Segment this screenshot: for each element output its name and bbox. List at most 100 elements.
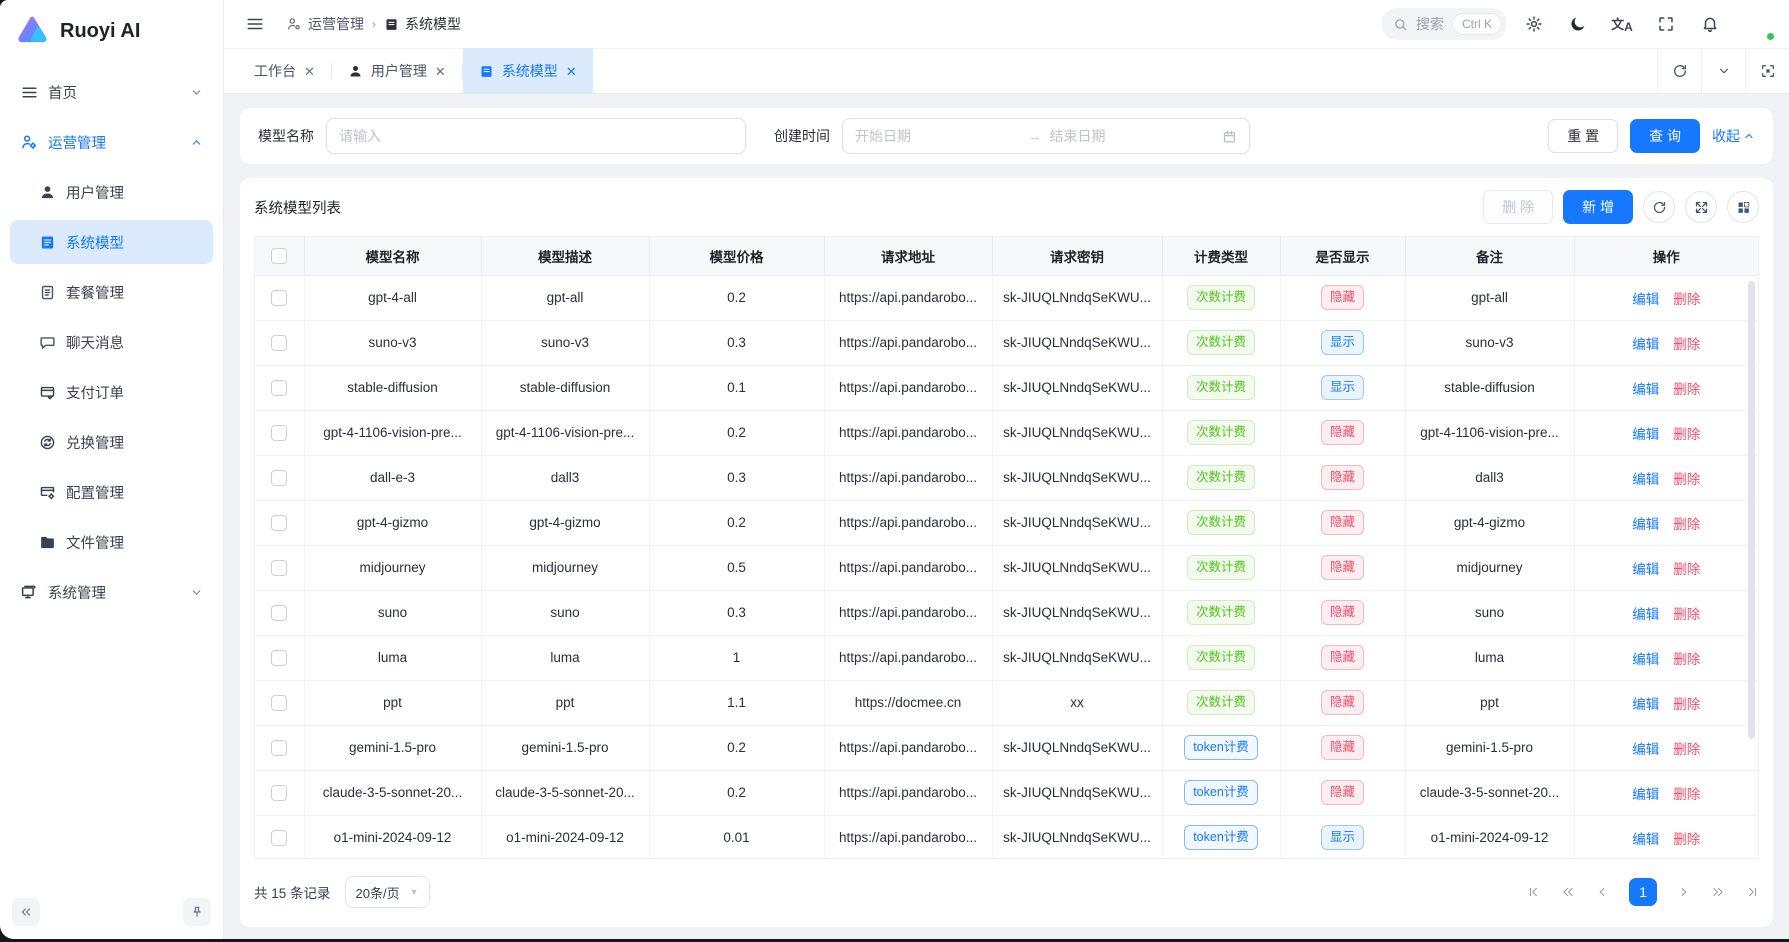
- tab-workbench[interactable]: 工作台 ✕: [238, 49, 331, 93]
- close-icon[interactable]: ✕: [566, 65, 577, 78]
- sidebar-item-user-mgmt[interactable]: 用户管理: [10, 170, 213, 214]
- row-checkbox[interactable]: [271, 695, 287, 711]
- cell-remark: midjourney: [1405, 545, 1574, 590]
- content-area: 模型名称 创建时间 开始日期 → 结束日期 重 置 查 询 收起: [224, 94, 1789, 939]
- row-checkbox[interactable]: [271, 515, 287, 531]
- delete-link[interactable]: 删除: [1673, 517, 1700, 532]
- select-all-checkbox[interactable]: [271, 248, 287, 264]
- delete-link[interactable]: 删除: [1673, 787, 1700, 802]
- sidebar-item-system-model[interactable]: 系统模型: [10, 220, 213, 264]
- row-checkbox[interactable]: [271, 785, 287, 801]
- breadcrumb-system-model[interactable]: 系统模型: [384, 14, 461, 34]
- pin-icon[interactable]: [183, 898, 211, 926]
- tab-system-model[interactable]: 系统模型 ✕: [463, 48, 593, 94]
- row-checkbox[interactable]: [271, 425, 287, 441]
- sidebar-item-redeem-mgmt[interactable]: 兑换管理: [10, 420, 213, 464]
- row-checkbox[interactable]: [271, 650, 287, 666]
- date-range-picker[interactable]: 开始日期 → 结束日期: [842, 118, 1250, 154]
- sidebar-item-package-mgmt[interactable]: 套餐管理: [10, 270, 213, 314]
- hamburger-menu-icon[interactable]: [238, 7, 272, 41]
- row-checkbox[interactable]: [271, 380, 287, 396]
- sidebar-item-chat-messages[interactable]: 聊天消息: [10, 320, 213, 364]
- sidebar-item-config-mgmt[interactable]: 配置管理: [10, 470, 213, 514]
- sidebar-collapse-button[interactable]: [12, 898, 40, 926]
- row-checkbox[interactable]: [271, 830, 287, 846]
- delete-link[interactable]: 删除: [1673, 337, 1700, 352]
- jump-forward-button[interactable]: [1711, 885, 1725, 899]
- edit-link[interactable]: 编辑: [1632, 517, 1659, 532]
- delete-link[interactable]: 删除: [1673, 832, 1700, 847]
- edit-link[interactable]: 编辑: [1632, 427, 1659, 442]
- reset-button[interactable]: 重 置: [1548, 119, 1618, 153]
- edit-link[interactable]: 编辑: [1632, 292, 1659, 307]
- table-refresh-icon[interactable]: [1643, 191, 1675, 223]
- row-checkbox[interactable]: [271, 560, 287, 576]
- page-size-select[interactable]: 20条/页 ▼: [345, 876, 430, 908]
- delete-button[interactable]: 删 除: [1483, 190, 1553, 224]
- table-card: 系统模型列表 删 除 新 增: [240, 178, 1773, 927]
- notifications-bell-icon[interactable]: [1693, 7, 1727, 41]
- sidebar-item-home[interactable]: 首页: [10, 70, 213, 114]
- dark-mode-moon-icon[interactable]: [1561, 7, 1595, 41]
- delete-link[interactable]: 删除: [1673, 472, 1700, 487]
- fullscreen-icon[interactable]: [1649, 7, 1683, 41]
- delete-link[interactable]: 删除: [1673, 292, 1700, 307]
- sidebar-item-pay-orders[interactable]: 支付订单: [10, 370, 213, 414]
- delete-link[interactable]: 删除: [1673, 382, 1700, 397]
- add-button[interactable]: 新 增: [1563, 190, 1633, 224]
- last-page-button[interactable]: [1745, 885, 1759, 899]
- sidebar-item-file-mgmt[interactable]: 文件管理: [10, 520, 213, 564]
- settings-gear-icon[interactable]: [1517, 7, 1551, 41]
- table-fullscreen-icon[interactable]: [1685, 191, 1717, 223]
- row-checkbox[interactable]: [271, 740, 287, 756]
- sidebar-item-system-mgmt[interactable]: 系统管理: [10, 570, 213, 614]
- first-page-button[interactable]: [1527, 885, 1541, 899]
- jump-back-button[interactable]: [1561, 885, 1575, 899]
- row-checkbox[interactable]: [271, 470, 287, 486]
- cell-model-desc: claude-3-5-sonnet-20...: [481, 770, 649, 815]
- edit-link[interactable]: 编辑: [1632, 562, 1659, 577]
- edit-link[interactable]: 编辑: [1632, 337, 1659, 352]
- start-date-input[interactable]: 开始日期: [855, 126, 1020, 146]
- delete-link[interactable]: 删除: [1673, 697, 1700, 712]
- edit-link[interactable]: 编辑: [1632, 472, 1659, 487]
- row-checkbox[interactable]: [271, 290, 287, 306]
- delete-link[interactable]: 删除: [1673, 607, 1700, 622]
- end-date-input[interactable]: 结束日期: [1050, 126, 1215, 146]
- close-icon[interactable]: ✕: [435, 65, 446, 78]
- refresh-icon[interactable]: [1657, 49, 1701, 93]
- chevron-down-icon[interactable]: [1701, 49, 1745, 93]
- cell-model-desc: dall3: [481, 455, 649, 500]
- column-settings-icon[interactable]: [1727, 191, 1759, 223]
- table-scrollbar[interactable]: [1748, 281, 1755, 739]
- logo-row[interactable]: Ruoyi AI: [0, 0, 223, 62]
- collapse-filter-link[interactable]: 收起: [1712, 126, 1755, 146]
- close-icon[interactable]: ✕: [304, 65, 315, 78]
- search-button[interactable]: 查 询: [1630, 119, 1700, 153]
- content-fullscreen-icon[interactable]: [1745, 49, 1789, 93]
- edit-link[interactable]: 编辑: [1632, 607, 1659, 622]
- global-search[interactable]: 搜索 Ctrl K: [1381, 8, 1507, 40]
- model-name-input[interactable]: [326, 118, 746, 154]
- delete-link[interactable]: 删除: [1673, 742, 1700, 757]
- edit-link[interactable]: 编辑: [1632, 382, 1659, 397]
- cell-billing-type: 次数计费: [1162, 590, 1280, 635]
- prev-page-button[interactable]: [1595, 885, 1609, 899]
- edit-link[interactable]: 编辑: [1632, 652, 1659, 667]
- row-checkbox[interactable]: [271, 335, 287, 351]
- row-checkbox[interactable]: [271, 605, 287, 621]
- edit-link[interactable]: 编辑: [1632, 742, 1659, 757]
- delete-link[interactable]: 删除: [1673, 427, 1700, 442]
- edit-link[interactable]: 编辑: [1632, 787, 1659, 802]
- delete-link[interactable]: 删除: [1673, 562, 1700, 577]
- next-page-button[interactable]: [1677, 885, 1691, 899]
- translate-icon[interactable]: 文A: [1605, 7, 1639, 41]
- user-avatar[interactable]: [1741, 7, 1775, 41]
- delete-link[interactable]: 删除: [1673, 652, 1700, 667]
- page-number-current[interactable]: 1: [1629, 878, 1657, 906]
- tab-user-mgmt[interactable]: 用户管理 ✕: [332, 49, 462, 93]
- edit-link[interactable]: 编辑: [1632, 832, 1659, 847]
- edit-link[interactable]: 编辑: [1632, 697, 1659, 712]
- breadcrumb-operations[interactable]: 运营管理: [286, 14, 364, 34]
- sidebar-item-operations[interactable]: 运营管理: [10, 120, 213, 164]
